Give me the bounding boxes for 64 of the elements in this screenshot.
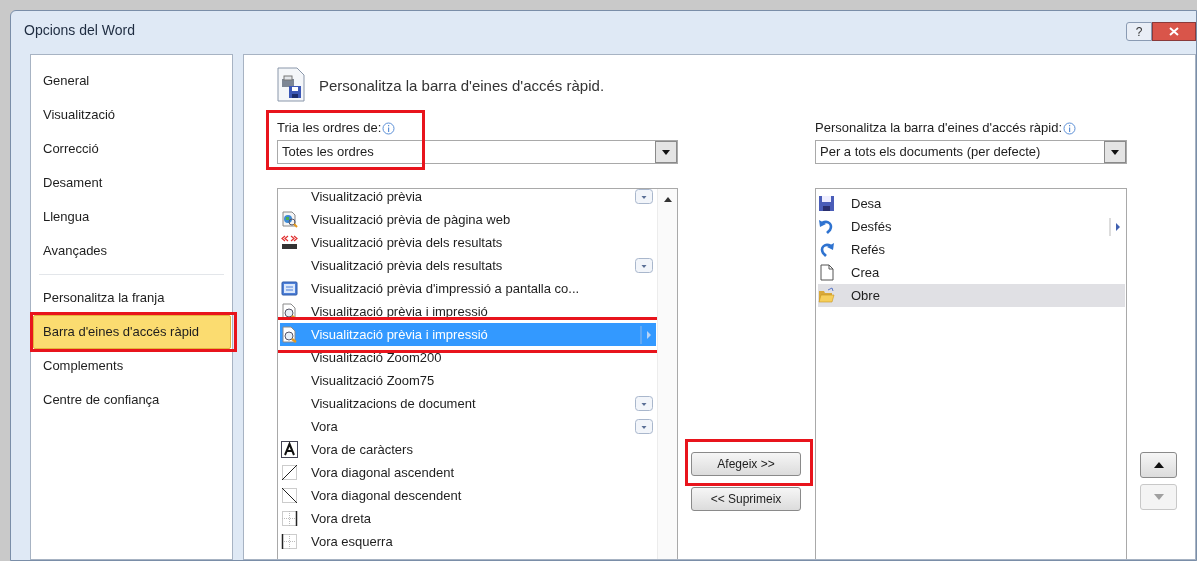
document-magnifier-icon — [281, 326, 298, 343]
list-item[interactable]: Visualització prèvia dels resultats — [280, 254, 656, 277]
close-button[interactable] — [1152, 22, 1196, 41]
move-up-button[interactable] — [1140, 452, 1177, 478]
sidebar-item[interactable]: Avançades — [31, 234, 232, 268]
list-item[interactable]: Vora de caràcters — [280, 438, 656, 461]
open-folder-icon — [818, 287, 835, 304]
scrollbar[interactable] — [657, 189, 677, 559]
list-item[interactable]: Visualització prèvia d'impressió a pantalla co... — [280, 277, 656, 300]
redo-arrow-icon — [818, 241, 835, 258]
dropdown-field[interactable]: Totes les ordres — [277, 140, 678, 164]
sidebar-item[interactable]: Visualització — [31, 98, 232, 132]
list-item[interactable]: Crea — [818, 261, 1125, 284]
web-preview-icon — [281, 211, 298, 228]
list-item[interactable]: Visualització prèvia dels resultats — [280, 231, 656, 254]
list-item[interactable]: Vora dreta — [280, 507, 656, 530]
list-item[interactable]: Vora diagonal descendent — [280, 484, 656, 507]
list-item[interactable]: Vora diagonal ascendent — [280, 461, 656, 484]
list-item[interactable]: Obre — [818, 284, 1125, 307]
list-item[interactable]: Visualització Zoom75 — [280, 369, 656, 392]
diagonal-up-border-icon — [281, 464, 298, 481]
list-item[interactable]: Visualització prèvia de pàgina web — [280, 208, 656, 231]
blank-page-icon — [818, 264, 835, 281]
field-label: Personalitza la barra d'eines d'accés ràpid: — [815, 119, 1063, 138]
undo-arrow-icon — [818, 218, 835, 235]
info-icon — [382, 121, 396, 135]
character-border-icon — [281, 441, 298, 458]
list-item[interactable]: Visualització Zoom200 — [280, 346, 656, 369]
list-item[interactable]: Visualització prèvia — [280, 189, 656, 208]
list-item[interactable]: Desa — [818, 192, 1125, 215]
list-item[interactable]: Desfés — [818, 215, 1125, 238]
sidebar-item[interactable]: Desament — [31, 166, 232, 200]
printer-save-icon — [277, 67, 305, 102]
commands-list[interactable] — [277, 188, 678, 559]
scroll-up-icon — [663, 197, 672, 202]
window-title: Opcions del Word — [24, 20, 135, 40]
list-item[interactable]: Visualització prèvia i impressió — [280, 300, 656, 323]
left-border-icon — [281, 533, 298, 550]
list-item[interactable]: Vora esquerra — [280, 530, 656, 553]
abc-preview-icon — [281, 234, 298, 251]
section-heading: Personalitza la barra d'eines d'accés ràpid. — [319, 76, 605, 97]
dropdown-field[interactable]: Per a tots els documents (per defecte) — [815, 140, 1127, 164]
sidebar-item[interactable]: Correcció — [31, 132, 232, 166]
sidebar-item[interactable]: Centre de confiança — [31, 383, 232, 417]
sidebar-item[interactable]: Complements — [31, 349, 232, 383]
info-icon — [1063, 121, 1077, 135]
down-triangle-icon — [1153, 494, 1164, 500]
sidebar-item[interactable]: Llengua — [31, 200, 232, 234]
add-remove-button[interactable]: << Suprimeix — [691, 487, 801, 511]
sidebar-item[interactable]: General — [31, 64, 232, 98]
up-triangle-icon — [1153, 462, 1164, 468]
help-button[interactable]: ? — [1126, 22, 1152, 41]
add-remove-button[interactable]: Afegeix >> — [691, 452, 801, 476]
close-icon — [1169, 27, 1179, 36]
screen-preview-icon — [281, 280, 298, 297]
sidebar-item[interactable]: Barra d'eines d'accés ràpid — [33, 315, 231, 349]
list-item[interactable]: Vora — [280, 415, 656, 438]
diagonal-down-border-icon — [281, 487, 298, 504]
sidebar-item[interactable]: Personalitza la franja — [31, 281, 232, 315]
toolbar-list[interactable]: Desa Desfés Refés Crea Obre — [815, 188, 1127, 559]
field-label: Tria les ordres de: — [277, 119, 382, 138]
list-item[interactable]: Visualitzacions de document — [280, 392, 656, 415]
right-border-icon — [281, 510, 298, 527]
list-item[interactable]: Refés — [818, 238, 1125, 261]
